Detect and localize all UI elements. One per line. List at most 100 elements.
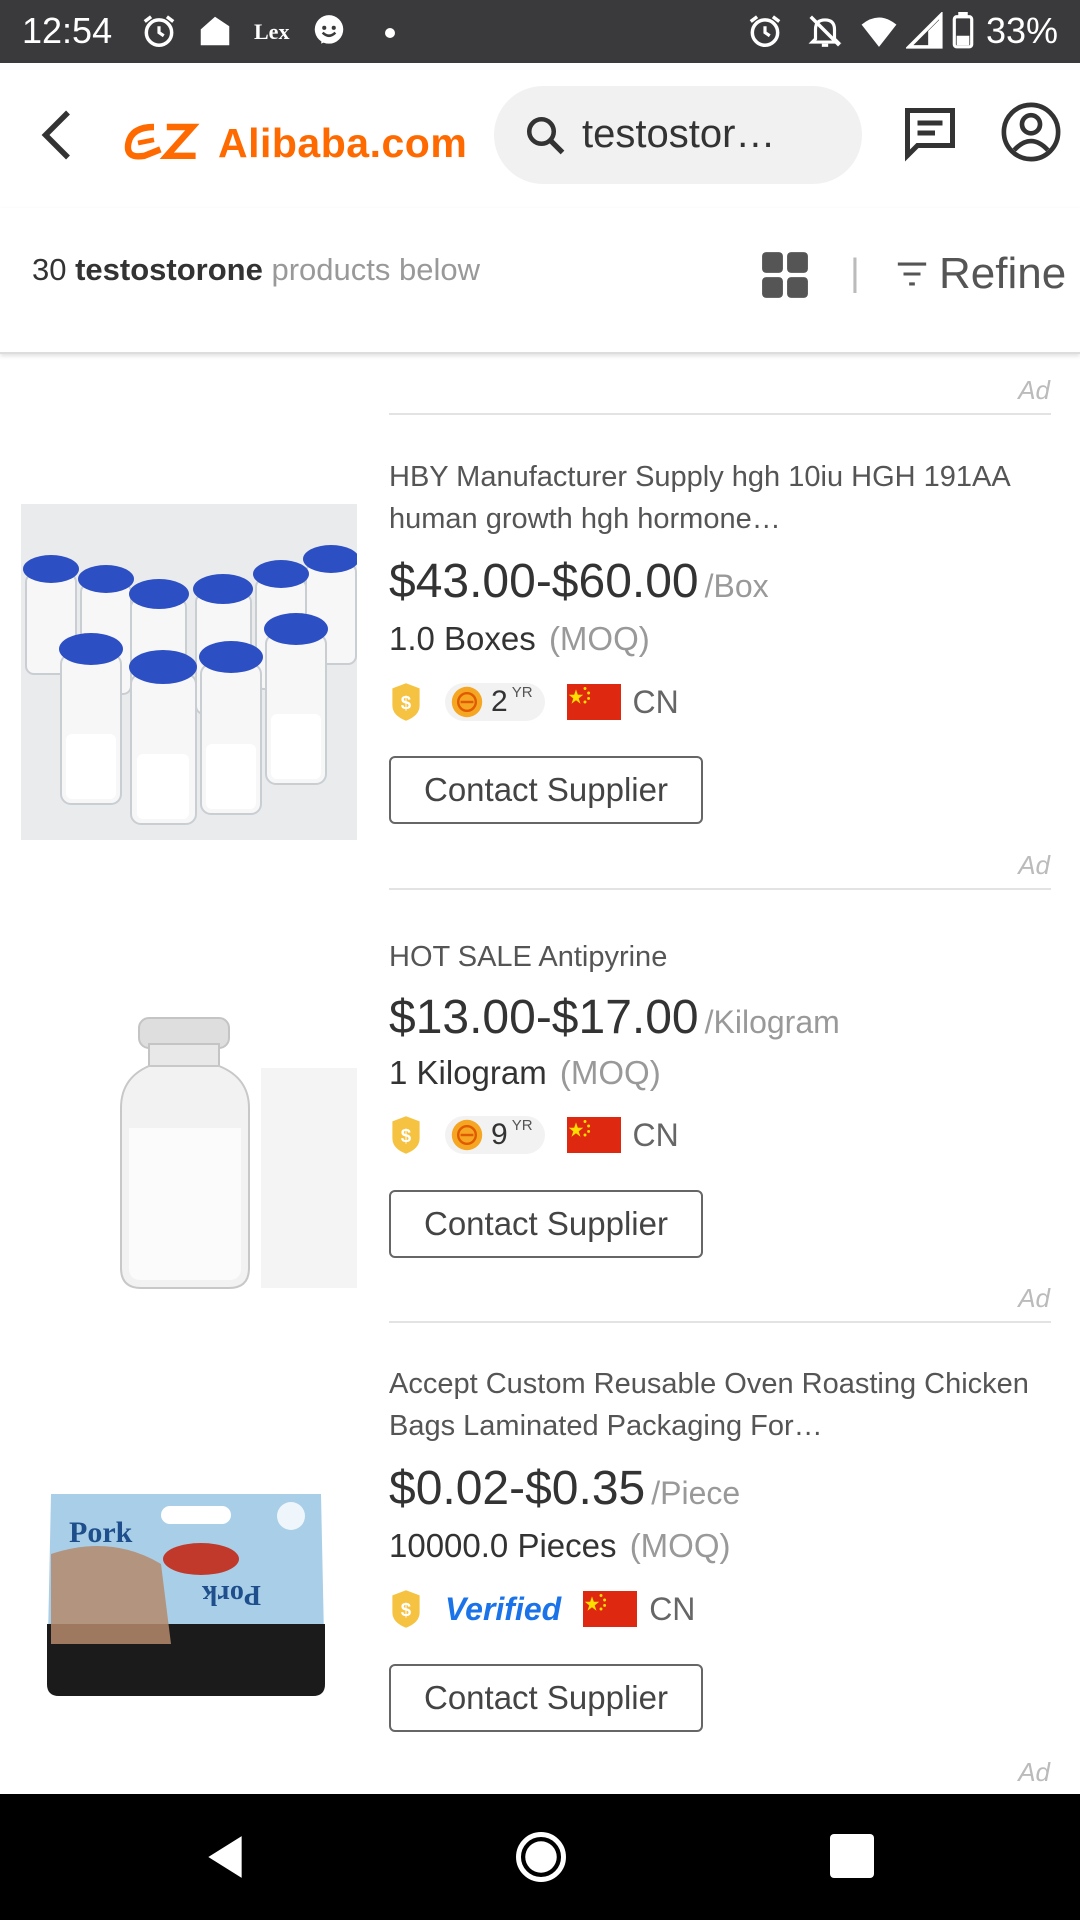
roasting-bag-image: Pork Pork (21, 1424, 357, 1760)
product-price: $43.00-$60.00 (389, 555, 699, 608)
search-bar[interactable]: testostor… (494, 86, 862, 184)
lex-app-icon: Lex (254, 19, 290, 44)
product-image[interactable] (21, 988, 357, 1324)
svg-text:Pork: Pork (201, 1579, 261, 1610)
product-title[interactable]: HOT SALE Antipyrine (389, 936, 1029, 978)
toolbar-separator: | (850, 252, 860, 294)
ad-label: Ad (1018, 375, 1050, 405)
moq-tag: (MOQ) (559, 1054, 661, 1091)
bottle-image (21, 988, 357, 1324)
supplier-badges: $ 9 YR CN (389, 1112, 679, 1158)
moq-row: 1 Kilogram (MOQ) (389, 1054, 661, 1092)
status-bar: 12:54 Lex 33% (0, 0, 1080, 63)
results-suffix: products below (271, 252, 480, 287)
search-icon (526, 116, 565, 155)
battery-icon (952, 12, 974, 49)
china-flag-icon (583, 1591, 638, 1627)
results-keyword: testostorone (75, 252, 263, 287)
alibaba-logo[interactable]: Alibaba.com (122, 113, 467, 173)
search-input[interactable]: testostor… (582, 112, 775, 157)
logo-wordmark: Alibaba.com (218, 119, 468, 166)
moq-quantity: 1.0 Boxes (389, 620, 536, 657)
moq-quantity: 10000.0 Pieces (389, 1527, 617, 1564)
svg-text:Pork: Pork (69, 1516, 133, 1549)
dot-icon (385, 28, 395, 38)
price-unit: /Piece (651, 1475, 741, 1511)
refine-button[interactable]: Refine (895, 244, 1066, 304)
back-arrow-icon[interactable] (28, 105, 88, 165)
country-code: CN (632, 1116, 679, 1153)
supplier-badges: $ Verified CN (389, 1586, 695, 1632)
system-nav-bar (0, 1794, 1080, 1920)
years-count: 9 (491, 1118, 508, 1151)
signal-icon (906, 12, 943, 49)
verified-badge: Verified (445, 1590, 562, 1627)
ad-label: Ad (1018, 1283, 1050, 1313)
country-code: CN (632, 683, 679, 720)
alarm-icon (143, 15, 175, 47)
moq-row: 1.0 Boxes (MOQ) (389, 620, 650, 658)
price-unit: /Kilogram (704, 1004, 840, 1040)
contact-supplier-button[interactable]: Contact Supplier (389, 1664, 703, 1732)
moq-row: 10000.0 Pieces (MOQ) (389, 1527, 731, 1565)
divider (389, 1321, 1051, 1323)
moq-tag: (MOQ) (548, 620, 650, 657)
gold-supplier-icon (451, 1119, 483, 1151)
trade-assurance-icon: $ (392, 1590, 420, 1628)
vials-image (21, 504, 357, 840)
product-price: $0.02-$0.35 (389, 1462, 646, 1515)
product-image[interactable] (21, 504, 357, 840)
price-row: $43.00-$60.00/Box (389, 554, 769, 609)
china-flag-icon (566, 684, 621, 720)
product-title[interactable]: Accept Custom Reusable Oven Roasting Chi… (389, 1363, 1029, 1447)
price-row: $13.00-$17.00/Kilogram (389, 990, 840, 1045)
trade-assurance-icon: $ (392, 1116, 420, 1154)
supplier-badges: $ 2 YR CN (389, 679, 679, 725)
svg-text:$: $ (401, 1125, 412, 1146)
filter-icon (897, 262, 927, 286)
country-code: CN (649, 1590, 696, 1627)
nav-home-icon[interactable] (514, 1830, 568, 1884)
wifi-icon (861, 17, 897, 47)
years-count: 2 (491, 685, 508, 718)
svg-text:$: $ (401, 1599, 412, 1620)
battery-percent: 33% (985, 10, 1058, 51)
app-header: Alibaba.com testostor… (0, 63, 1080, 208)
years-label: YR (511, 1116, 533, 1134)
contact-supplier-button[interactable]: Contact Supplier (389, 756, 703, 824)
gold-supplier-icon (451, 686, 483, 718)
product-image[interactable]: Pork Pork (21, 1424, 357, 1760)
ad-label: Ad (1018, 1757, 1050, 1787)
refine-label: Refine (939, 249, 1067, 298)
product-title[interactable]: HBY Manufacturer Supply hgh 10iu HGH 191… (389, 456, 1029, 540)
svg-text:$: $ (401, 692, 412, 713)
home-icon (200, 16, 230, 46)
divider (389, 888, 1051, 890)
account-icon[interactable] (1000, 101, 1062, 163)
trade-assurance-icon: $ (392, 683, 420, 721)
nav-back-icon[interactable] (200, 1832, 250, 1882)
nav-recents-icon[interactable] (830, 1834, 874, 1878)
contact-supplier-button[interactable]: Contact Supplier (389, 1190, 703, 1258)
years-badge: 2 YR (445, 683, 545, 721)
price-row: $0.02-$0.35/Piece (389, 1461, 740, 1516)
alibaba-logo-icon (124, 123, 200, 160)
years-badge: 9 YR (445, 1116, 545, 1154)
results-count: 30 (32, 252, 67, 287)
product-price: $13.00-$17.00 (389, 991, 699, 1044)
moq-tag: (MOQ) (629, 1527, 731, 1564)
divider (389, 413, 1051, 415)
status-time: 12:54 (22, 10, 113, 51)
grid-view-icon[interactable] (760, 250, 810, 300)
moq-quantity: 1 Kilogram (389, 1054, 547, 1091)
ad-label: Ad (1018, 850, 1050, 880)
results-bar: 30 testostorone products below | Refine (0, 208, 1080, 354)
notifications-off-icon (808, 15, 842, 47)
china-flag-icon (566, 1117, 621, 1153)
alarm-icon (749, 15, 781, 47)
years-label: YR (511, 683, 533, 701)
results-summary: 30 testostorone products below (32, 252, 480, 288)
message-icon[interactable] (900, 103, 960, 163)
messenger-icon (314, 15, 344, 44)
price-unit: /Box (704, 568, 769, 604)
